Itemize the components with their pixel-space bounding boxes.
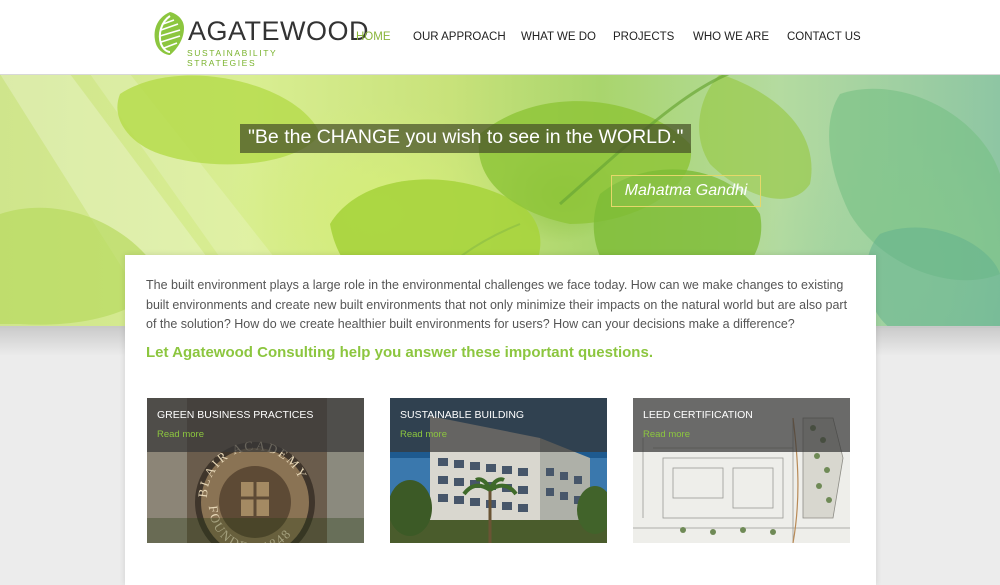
- tile-caption-band: [633, 398, 850, 452]
- read-more-link[interactable]: Read more: [157, 429, 204, 440]
- intro-paragraph: The built environment plays a large role…: [146, 278, 848, 331]
- brand-tagline: SUSTAINABILITY STRATEGIES: [187, 48, 278, 68]
- nav-item-contact-us[interactable]: CONTACT US: [787, 31, 861, 43]
- content-card: The built environment plays a large role…: [125, 255, 876, 585]
- tile-title: SUSTAINABLE BUILDING: [400, 409, 525, 421]
- tile-caption-band: [147, 398, 364, 452]
- tile-green-business-practices[interactable]: BLAIR ACADEMY FOUNDED 1848 GREEN BUSINES…: [147, 398, 364, 543]
- tile-title: LEED CERTIFICATION: [643, 409, 753, 421]
- read-more-link[interactable]: Read more: [400, 429, 447, 440]
- site-header: AGATEWOOD SUSTAINABILITY STRATEGIES HOME…: [0, 0, 1000, 75]
- hero-quote: "Be the CHANGE you wish to see in the WO…: [240, 124, 692, 153]
- cta-heading: Let Agatewood Consulting help you answer…: [146, 344, 653, 361]
- nav-item-what-we-do[interactable]: WHAT WE DO: [521, 31, 596, 43]
- tile-sustainable-building[interactable]: SUSTAINABLE BUILDING Read more: [390, 398, 607, 543]
- tile-title: GREEN BUSINESS PRACTICES: [157, 409, 314, 421]
- nav-item-projects[interactable]: PROJECTS: [613, 31, 674, 43]
- nav-item-home[interactable]: HOME: [356, 31, 391, 43]
- read-more-link[interactable]: Read more: [643, 429, 690, 440]
- nav-item-our-approach[interactable]: OUR APPROACH: [413, 31, 506, 43]
- tile-caption-band: [390, 398, 607, 452]
- tile-leed-certification[interactable]: LEED CERTIFICATION Read more: [633, 398, 850, 543]
- hero-quote-author: Mahatma Gandhi: [611, 175, 761, 207]
- main-nav: HOME OUR APPROACH WHAT WE DO PROJECTS WH…: [0, 31, 1000, 47]
- nav-item-who-we-are[interactable]: WHO WE ARE: [693, 31, 769, 43]
